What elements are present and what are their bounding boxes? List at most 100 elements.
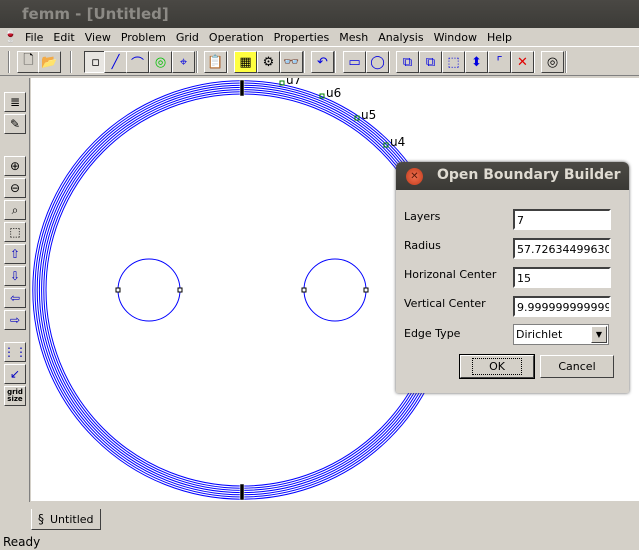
new-file-icon: 🗋 xyxy=(23,53,34,68)
menu-file[interactable]: File xyxy=(20,31,48,44)
window-title: femm - [Untitled] xyxy=(22,5,169,23)
menu-window[interactable]: Window xyxy=(429,31,482,44)
femm-logo-icon: 🍷 xyxy=(3,29,18,43)
menu-analysis[interactable]: Analysis xyxy=(373,31,428,44)
edit-notes-button[interactable]: ✎ xyxy=(4,114,26,134)
node-point xyxy=(177,287,183,293)
zoom-natural-button[interactable]: ⌕ xyxy=(4,200,26,220)
zoom-out-icon: ⊖ xyxy=(9,181,21,195)
zoom-in-button[interactable]: ⊕ xyxy=(4,156,26,176)
show-grid-button[interactable]: ⋮⋮ xyxy=(3,342,27,362)
pan-down-button[interactable]: ⇩ xyxy=(4,266,26,286)
zoom-window-icon: ⬚ xyxy=(9,225,21,239)
open-folder-button[interactable]: 📂 xyxy=(38,51,61,73)
block-label-mode-icon: ◎ xyxy=(154,54,167,70)
open-boundary-button[interactable]: ◎ xyxy=(541,51,564,73)
block-label-mode-button[interactable]: ◎ xyxy=(149,51,172,73)
snap-grid-icon: ↙ xyxy=(9,367,21,381)
menu-operation[interactable]: Operation xyxy=(204,31,269,44)
main-toolbar: 🗋 📂 ▫ ╱ ⌒ ◎ ⌖ 📋 ▦ ⚙ 👓 ↶ ▭ ◯ ⧉ ⧉ ⬚ ⬍ ⌜ ✕ ◎ xyxy=(0,46,639,76)
close-icon[interactable]: ✕ xyxy=(406,168,423,185)
group-mode-button[interactable]: ⌖ xyxy=(172,51,195,73)
menu-help[interactable]: Help xyxy=(482,31,517,44)
block-label-text: u7 xyxy=(286,78,301,87)
menu-properties[interactable]: Properties xyxy=(269,31,335,44)
scale-icon: ⬚ xyxy=(447,54,460,70)
edit-notes-icon: ✎ xyxy=(9,117,21,131)
mirror-icon: ⬍ xyxy=(471,54,482,70)
copy-button[interactable]: ⧉ xyxy=(419,51,442,73)
view-results-button[interactable]: 👓 xyxy=(280,51,303,73)
pan-left-button[interactable]: ⇦ xyxy=(4,288,26,308)
pan-left-icon: ⇦ xyxy=(9,291,21,305)
window-title-bar: femm - [Untitled] xyxy=(0,0,639,28)
open-boundary-icon: ◎ xyxy=(546,54,559,70)
rectangle-select-button[interactable]: ▭ xyxy=(343,51,366,73)
ok-button[interactable]: OK xyxy=(459,354,535,379)
horizontal-center-input[interactable]: 15 xyxy=(513,267,611,288)
menu-bar: 🍷 File Edit View Problem Grid Operation … xyxy=(0,28,639,46)
pan-down-icon: ⇩ xyxy=(9,269,21,283)
arc-mode-button[interactable]: ⌒ xyxy=(126,51,149,73)
ok-label: OK xyxy=(472,358,522,375)
menu-grid[interactable]: Grid xyxy=(171,31,204,44)
conductor-circle xyxy=(303,258,367,322)
grid-size-button[interactable]: grid size xyxy=(4,386,26,406)
menu-view[interactable]: View xyxy=(80,31,116,44)
undo-button[interactable]: ↶ xyxy=(311,51,334,73)
menu-mesh[interactable]: Mesh xyxy=(334,31,373,44)
move-button[interactable]: ⧉ xyxy=(396,51,419,73)
fillet-icon: ⌜ xyxy=(496,54,503,70)
segment-mode-button[interactable]: ╱ xyxy=(104,51,127,73)
zoom-window-button[interactable]: ⬚ xyxy=(4,222,26,242)
segment-mode-icon: ╱ xyxy=(111,54,120,70)
delete-button[interactable]: ✕ xyxy=(511,51,534,73)
circle-select-button[interactable]: ◯ xyxy=(366,51,389,73)
delete-icon: ✕ xyxy=(517,54,528,70)
block-label-text: u5 xyxy=(361,108,376,122)
tab-untitled[interactable]: § Untitled xyxy=(31,509,101,530)
run-analysis-button[interactable]: ⚙ xyxy=(257,51,280,73)
block-label-text: u4 xyxy=(390,135,405,149)
toolbar-separator xyxy=(8,51,10,73)
vertical-center-input[interactable]: 9.99999999999999 xyxy=(513,296,611,317)
show-output-icon: ≣ xyxy=(9,95,21,109)
mesh-button[interactable]: ▦ xyxy=(234,51,257,73)
zoom-in-icon: ⊕ xyxy=(9,159,21,173)
radius-input[interactable]: 57.726344996303 xyxy=(513,238,611,259)
pan-up-button[interactable]: ⇧ xyxy=(4,244,26,264)
pan-right-icon: ⇨ xyxy=(9,313,21,327)
open-boundary-dialog: ✕ Open Boundary Builder Layers 7 Radius … xyxy=(396,162,629,393)
node-mode-icon: ▫ xyxy=(91,54,100,70)
properties-button[interactable]: 📋 xyxy=(204,51,227,73)
status-bar: Ready xyxy=(3,535,41,549)
layers-label: Layers xyxy=(404,210,441,223)
menu-problem[interactable]: Problem xyxy=(116,31,171,44)
toolbar-separator xyxy=(70,51,72,73)
toolbar-separator xyxy=(334,51,336,73)
cancel-button[interactable]: Cancel xyxy=(540,355,614,378)
new-file-button[interactable]: 🗋 xyxy=(17,51,40,73)
show-grid-icon: ⋮⋮ xyxy=(3,345,27,359)
edge-type-select[interactable]: Dirichlet ▼ xyxy=(513,324,609,345)
copy-icon: ⧉ xyxy=(425,54,436,70)
layers-input[interactable]: 7 xyxy=(513,209,611,230)
boundary-nodes xyxy=(239,483,245,501)
zoom-out-button[interactable]: ⊖ xyxy=(4,178,26,198)
snap-grid-button[interactable]: ↙ xyxy=(4,364,26,384)
arc-mode-icon: ⌒ xyxy=(130,56,144,72)
node-point xyxy=(301,287,307,293)
circle-select-icon: ◯ xyxy=(370,54,385,70)
scale-button[interactable]: ⬚ xyxy=(442,51,465,73)
menu-edit[interactable]: Edit xyxy=(48,31,79,44)
node-point xyxy=(363,287,369,293)
tab-label: Untitled xyxy=(50,512,94,526)
fillet-button[interactable]: ⌜ xyxy=(488,51,511,73)
zoom-natural-icon: ⌕ xyxy=(11,202,19,217)
rectangle-select-icon: ▭ xyxy=(348,54,361,70)
pan-right-button[interactable]: ⇨ xyxy=(4,310,26,330)
mirror-button[interactable]: ⬍ xyxy=(465,51,488,73)
chevron-down-icon[interactable]: ▼ xyxy=(591,326,607,343)
show-output-button[interactable]: ≣ xyxy=(4,92,26,112)
dialog-title: Open Boundary Builder xyxy=(437,167,621,183)
